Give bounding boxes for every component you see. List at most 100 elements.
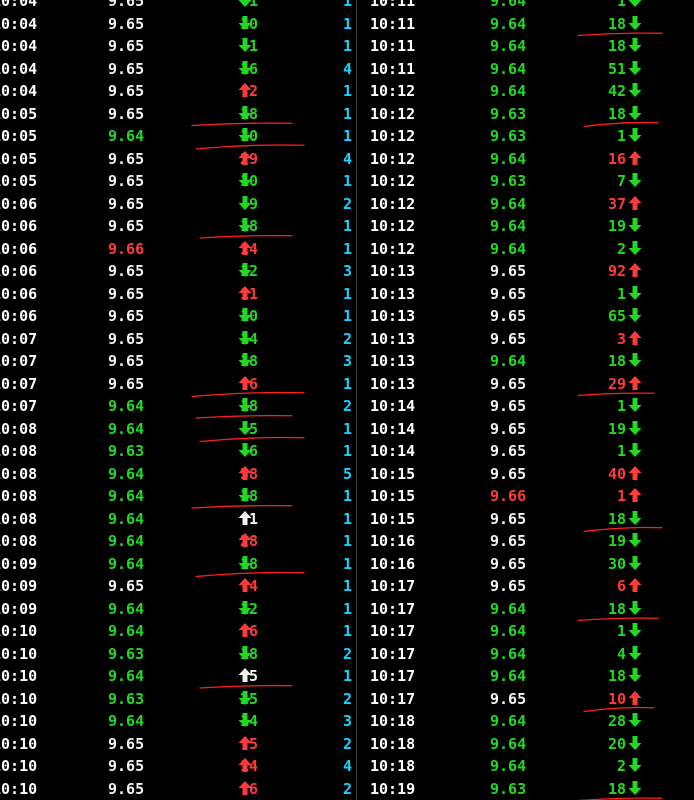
left-trade-direction xyxy=(238,58,252,81)
arrow-down-icon xyxy=(628,15,642,30)
left-trade-price: 9.65 xyxy=(108,59,145,78)
right-trade-price: 9.65 xyxy=(490,329,527,348)
arrow-up-icon xyxy=(628,330,642,345)
left-trade-time: 10:07 xyxy=(0,329,38,348)
left-trade-count: 1 xyxy=(342,217,352,235)
arrow-down-icon xyxy=(628,758,642,772)
arrow-down-icon xyxy=(628,443,642,457)
right-trade-direction xyxy=(628,620,642,643)
left-trade-time: 10:08 xyxy=(0,464,38,483)
arrow-down-icon xyxy=(238,443,252,457)
right-trade-price: 9.66 xyxy=(490,487,527,505)
trade-row: 10:069.6511110:139.651 xyxy=(0,283,694,306)
arrow-down-icon xyxy=(628,353,642,367)
trade-row: 10:079.6518310:139.6418 xyxy=(0,350,694,373)
right-trade-time: 10:12 xyxy=(370,127,416,145)
right-trade-price: 9.63 xyxy=(490,127,527,145)
right-trade-volume: 10 xyxy=(607,689,626,708)
right-trade-direction xyxy=(628,238,642,261)
left-trade-time: 10:07 xyxy=(0,352,38,370)
trade-row: 10:049.6510110:119.6418 xyxy=(0,13,694,36)
left-trade-count: 1 xyxy=(342,419,352,438)
left-trade-count: 2 xyxy=(342,779,352,798)
right-trade-direction xyxy=(628,665,642,688)
right-trade-volume: 51 xyxy=(607,59,626,78)
left-trade-direction xyxy=(238,238,252,261)
right-trade-price: 9.63 xyxy=(490,779,527,798)
right-trade-volume: 19 xyxy=(607,532,626,550)
right-trade-time: 10:12 xyxy=(370,104,416,123)
left-trade-price: 9.65 xyxy=(108,0,145,10)
right-trade-price: 9.64 xyxy=(490,734,527,753)
left-trade-time: 10:09 xyxy=(0,577,38,595)
trade-row: 10:109.655210:189.6420 xyxy=(0,733,694,756)
arrow-down-icon xyxy=(238,308,252,322)
arrow-down-icon xyxy=(238,488,252,502)
right-trade-volume: 18 xyxy=(607,599,626,618)
left-trade-count: 2 xyxy=(342,644,352,663)
arrow-up-icon xyxy=(238,668,252,682)
right-trade-time: 10:11 xyxy=(370,59,416,78)
trade-row: 10:109.6414310:189.6428 xyxy=(0,710,694,733)
right-trade-time: 10:15 xyxy=(370,464,416,483)
right-trade-time: 10:14 xyxy=(370,442,416,460)
right-trade-direction xyxy=(628,373,642,396)
arrow-up-icon xyxy=(628,150,642,165)
arrow-down-icon xyxy=(628,128,642,142)
left-trade-price: 9.65 xyxy=(108,374,145,393)
arrow-up-icon xyxy=(238,150,252,165)
trade-row: 10:069.6512310:139.6592 xyxy=(0,260,694,283)
left-trade-direction xyxy=(238,283,252,306)
left-trade-direction xyxy=(238,733,252,756)
left-trade-price: 9.64 xyxy=(108,667,145,685)
right-trade-time: 10:12 xyxy=(370,239,416,258)
trade-row: 10:089.636110:149.651 xyxy=(0,440,694,463)
left-trade-price: 9.64 xyxy=(108,712,145,730)
right-trade-direction xyxy=(628,598,642,621)
left-trade-count: 1 xyxy=(342,487,352,505)
arrow-down-icon xyxy=(238,218,252,232)
arrow-down-icon xyxy=(238,173,252,187)
left-trade-price: 9.64 xyxy=(108,532,145,550)
arrow-down-icon xyxy=(238,420,252,435)
left-trade-direction xyxy=(238,665,252,688)
arrow-down-icon xyxy=(628,735,642,750)
arrow-down-icon xyxy=(628,173,642,187)
left-trade-time: 10:07 xyxy=(0,397,38,415)
right-trade-time: 10:16 xyxy=(370,554,416,573)
right-trade-volume: 1 xyxy=(616,0,626,10)
arrow-up-icon xyxy=(238,758,252,772)
right-trade-price: 9.64 xyxy=(490,37,527,55)
left-trade-count: 3 xyxy=(342,712,352,730)
trade-row: 10:079.6514210:139.653 xyxy=(0,328,694,351)
left-trade-price: 9.65 xyxy=(108,172,145,190)
arrow-down-icon xyxy=(628,555,642,570)
right-trade-price: 9.65 xyxy=(490,554,527,573)
left-trade-price: 9.64 xyxy=(108,419,145,438)
left-trade-price: 9.66 xyxy=(108,239,145,258)
trade-row: 10:099.6418110:169.6530 xyxy=(0,553,694,576)
left-trade-time: 10:08 xyxy=(0,442,38,460)
left-trade-count: 1 xyxy=(342,284,352,303)
right-trade-price: 9.64 xyxy=(490,194,527,213)
right-trade-volume: 1 xyxy=(616,442,626,460)
right-trade-time: 10:16 xyxy=(370,532,416,550)
trade-row: 10:089.6458510:159.6540 xyxy=(0,463,694,486)
left-trade-time: 10:09 xyxy=(0,599,38,618)
right-trade-direction xyxy=(628,80,642,103)
left-trade-direction xyxy=(238,530,252,553)
trade-row: 10:089.6428110:169.6519 xyxy=(0,530,694,553)
left-trade-direction xyxy=(238,13,252,36)
left-trade-price: 9.65 xyxy=(108,37,145,55)
right-trade-price: 9.65 xyxy=(490,532,527,550)
left-trade-time: 10:10 xyxy=(0,712,38,730)
left-trade-count: 2 xyxy=(342,329,352,348)
left-trade-price: 9.64 xyxy=(108,599,145,618)
left-trade-time: 10:04 xyxy=(0,59,38,78)
trade-row: 10:059.6510110:129.637 xyxy=(0,170,694,193)
left-trade-count: 1 xyxy=(342,599,352,618)
arrow-up-icon xyxy=(238,375,252,390)
arrow-down-icon xyxy=(238,38,252,52)
right-trade-volume: 18 xyxy=(607,14,626,33)
right-trade-direction xyxy=(628,710,642,733)
